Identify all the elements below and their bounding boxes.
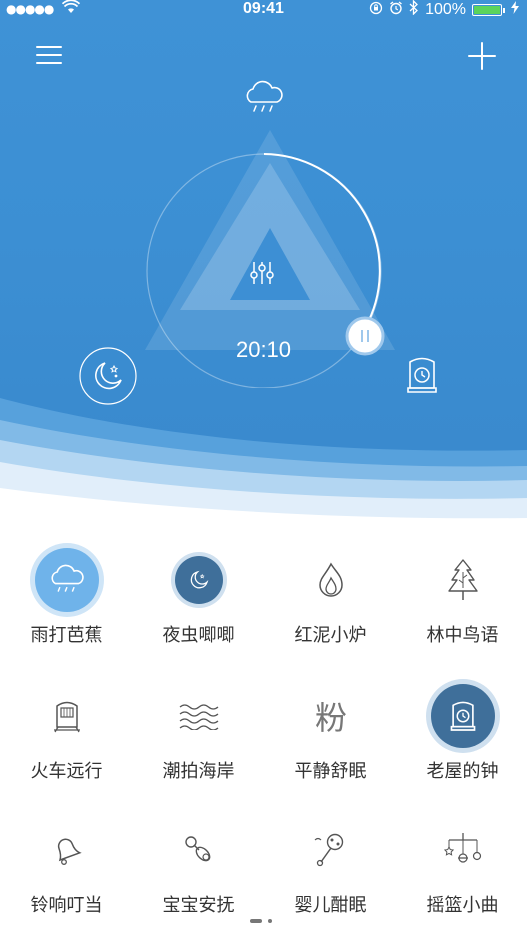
sound-label: 摇篮小曲 <box>426 895 499 916</box>
sound-item-bell[interactable]: 铃响叮当 <box>1 818 132 938</box>
sound-label: 平静舒眠 <box>294 761 367 782</box>
sound-item-night-insects[interactable]: 夜虫唧唧 <box>133 548 264 668</box>
sound-label: 铃响叮当 <box>30 895 103 916</box>
sound-label: 夜虫唧唧 <box>162 625 235 646</box>
sound-item-waves[interactable]: 潮拍海岸 <box>133 684 264 804</box>
current-scene-icon <box>242 80 286 116</box>
rain-cloud-icon <box>35 548 99 612</box>
train-icon <box>35 684 99 748</box>
plus-icon <box>468 42 496 70</box>
sound-label: 红泥小炉 <box>294 625 367 646</box>
hamburger-icon <box>36 46 62 64</box>
rattle-icon <box>299 818 363 882</box>
sound-item-forest[interactable]: 林中鸟语 <box>397 548 527 668</box>
sound-label: 潮拍海岸 <box>162 761 235 782</box>
sound-item-baby-soothe[interactable]: 宝宝安抚 <box>133 818 264 938</box>
sound-item-calm-sleep[interactable]: 粉 平静舒眠 <box>265 684 396 804</box>
sound-item-baby-sleep[interactable]: 婴儿酣眠 <box>265 818 396 938</box>
add-button[interactable] <box>468 42 496 70</box>
rotation-lock-icon <box>369 1 383 20</box>
sound-label: 雨打芭蕉 <box>30 625 103 646</box>
sound-label: 林中鸟语 <box>426 625 499 646</box>
waves-icon <box>167 684 231 748</box>
wave-decoration <box>0 398 527 530</box>
flame-icon <box>299 548 363 612</box>
equalizer-icon[interactable] <box>250 262 274 284</box>
powder-glyph: 粉 <box>314 699 347 737</box>
bell-icon <box>35 818 99 882</box>
sound-label: 婴儿酣眠 <box>294 895 367 916</box>
pacifier-icon <box>167 818 231 882</box>
rain-cloud-icon <box>246 80 283 112</box>
pine-tree-icon <box>431 548 495 612</box>
clock-icon <box>431 684 495 748</box>
mobile-icon <box>431 818 495 882</box>
page-dot-active <box>250 919 262 923</box>
powder-icon: 粉 <box>299 684 363 748</box>
alarm-icon <box>389 0 403 20</box>
bluetooth-icon <box>409 0 419 20</box>
sound-item-lullaby[interactable]: 摇篮小曲 <box>397 818 527 938</box>
sound-item-stove[interactable]: 红泥小炉 <box>265 548 396 668</box>
sound-item-rain[interactable]: 雨打芭蕉 <box>1 548 132 668</box>
battery-cap <box>503 7 505 13</box>
battery-percent: 100% <box>425 1 466 18</box>
sound-label: 宝宝安抚 <box>162 895 235 916</box>
moon-icon <box>175 556 223 604</box>
sound-label: 火车远行 <box>30 761 103 782</box>
sound-item-old-clock[interactable]: 老屋的钟 <box>397 684 527 804</box>
menu-button[interactable] <box>36 44 62 66</box>
charging-icon <box>511 1 519 19</box>
battery-icon <box>472 4 502 16</box>
sound-label: 老屋的钟 <box>426 761 499 782</box>
page-indicator[interactable] <box>250 919 272 923</box>
player-header: ●●●●● 09:41 100% 20:10 <box>0 0 527 530</box>
page-dot <box>268 919 272 923</box>
sound-item-train[interactable]: 火车远行 <box>1 684 132 804</box>
status-bar: ●●●●● 09:41 100% <box>0 0 527 18</box>
